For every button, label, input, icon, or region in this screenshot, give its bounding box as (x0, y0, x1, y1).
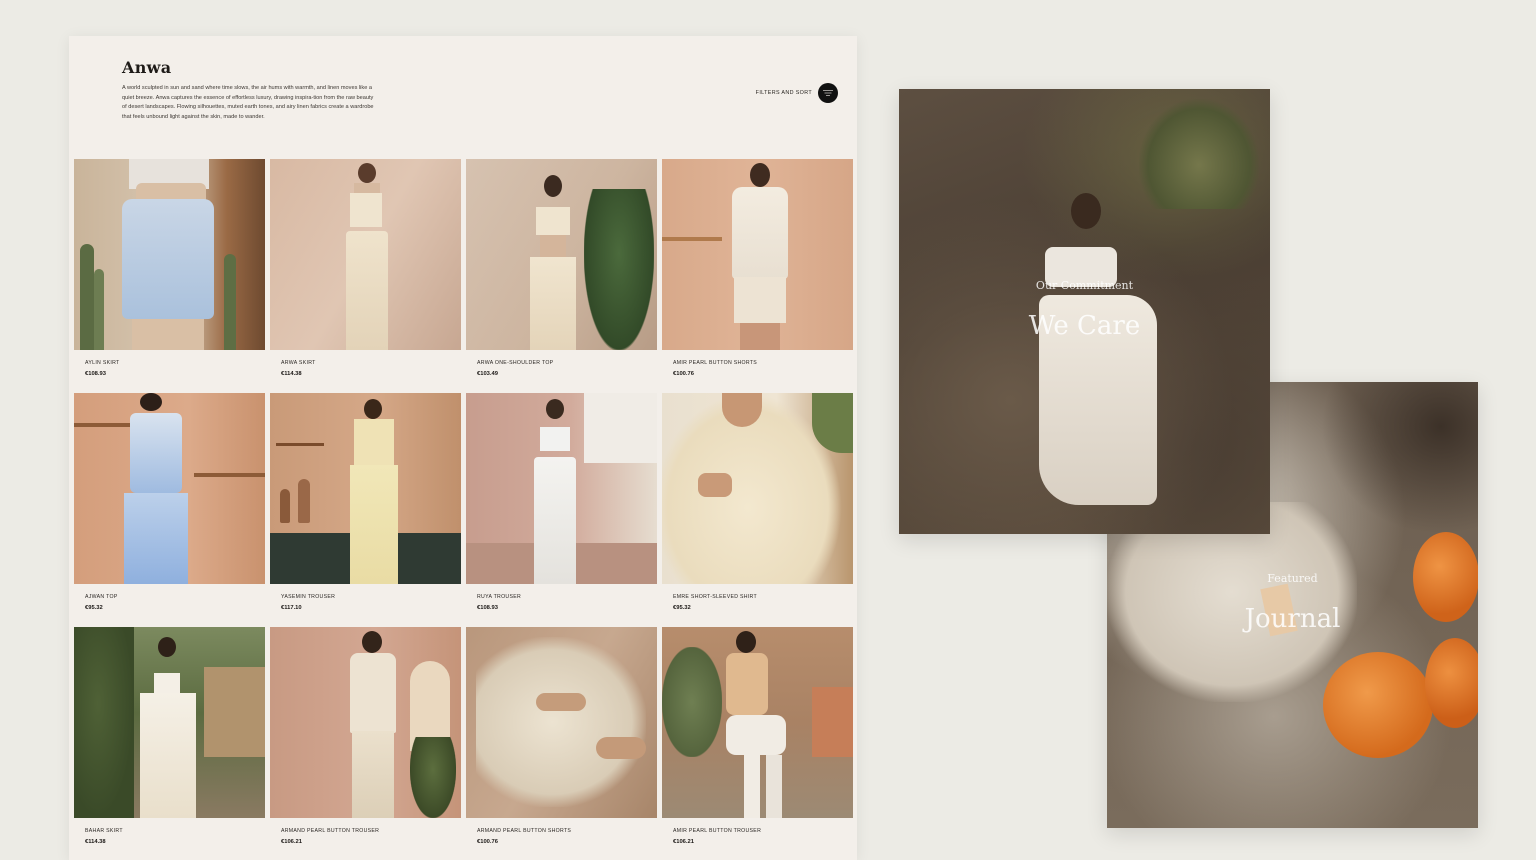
filters-label: FILTERS AND SORT (755, 90, 812, 96)
product-photo (466, 393, 657, 584)
collection-description: A world sculpted in sun and sand where t… (122, 85, 374, 120)
product-photo (662, 627, 853, 818)
product-price: €108.93 (477, 605, 498, 611)
product-card[interactable]: YASEMIN TROUSER €117.10 (270, 393, 461, 622)
product-photo (466, 159, 657, 350)
product-price: €95.32 (85, 605, 103, 611)
product-name: AYLIN SKIRT (85, 360, 120, 366)
product-price: €100.76 (477, 839, 498, 845)
product-photo (74, 159, 265, 350)
product-photo (662, 159, 853, 350)
collection-title: Anwa (122, 58, 172, 77)
product-photo (270, 159, 461, 350)
product-name: BAHAR SKIRT (85, 828, 123, 834)
product-card[interactable]: AMIR PEARL BUTTON SHORTS €100.76 (662, 159, 853, 388)
product-name: AMIR PEARL BUTTON SHORTS (673, 360, 758, 366)
product-card[interactable]: ARMAND PEARL BUTTON SHORTS €100.76 (466, 627, 657, 856)
product-photo (74, 627, 265, 818)
product-name: EMRE SHORT-SLEEVED SHIRT (673, 594, 757, 600)
filter-badge-icon (818, 83, 838, 103)
model-head (1071, 193, 1101, 229)
product-name: ARWA ONE-SHOULDER TOP (477, 360, 554, 366)
product-photo (466, 627, 657, 818)
product-photo (270, 627, 461, 818)
journal-eyebrow: Featured (1267, 572, 1318, 585)
journal-title: Journal (1244, 604, 1341, 634)
product-name: ARWA SKIRT (281, 360, 316, 366)
product-price: €108.93 (85, 371, 106, 377)
product-card[interactable]: ARMAND PEARL BUTTON TROUSER €106.21 (270, 627, 461, 856)
product-name: RUYA TROUSER (477, 594, 522, 600)
product-price: €114.38 (85, 839, 106, 845)
product-price: €95.32 (673, 605, 691, 611)
product-card[interactable]: ARWA ONE-SHOULDER TOP €103.49 (466, 159, 657, 388)
collection-page: Anwa A world sculpted in sun and sand wh… (69, 36, 857, 860)
product-name: AJWAN TOP (85, 594, 118, 600)
product-price: €106.21 (281, 839, 302, 845)
product-price: €117.10 (281, 605, 302, 611)
product-card[interactable]: ARWA SKIRT €114.38 (270, 159, 461, 388)
product-grid: AYLIN SKIRT €108.93 ARWA SKIRT €114.38 A… (74, 159, 853, 856)
commitment-title: We Care (1028, 311, 1141, 341)
filters-and-sort-button[interactable]: FILTERS AND SORT (756, 83, 838, 103)
product-card[interactable]: AMIR PEARL BUTTON TROUSER €106.21 (662, 627, 853, 856)
product-photo (662, 393, 853, 584)
product-card[interactable]: RUYA TROUSER €108.93 (466, 393, 657, 622)
commitment-eyebrow: Our Commitment (1035, 279, 1134, 292)
orange-fruit-shape (1323, 652, 1433, 758)
orange-fruit-shape (1425, 638, 1478, 728)
product-price: €100.76 (673, 371, 694, 377)
commitment-card[interactable]: Our Commitment We Care (899, 89, 1270, 534)
product-price: €114.38 (281, 371, 302, 377)
product-photo (270, 393, 461, 584)
product-card[interactable]: BAHAR SKIRT €114.38 (74, 627, 265, 856)
product-card[interactable]: AJWAN TOP €95.32 (74, 393, 265, 622)
product-price: €106.21 (673, 839, 694, 845)
product-photo (74, 393, 265, 584)
product-name: YASEMIN TROUSER (281, 594, 336, 600)
product-price: €103.49 (477, 371, 498, 377)
product-name: AMIR PEARL BUTTON TROUSER (673, 828, 762, 834)
product-name: ARMAND PEARL BUTTON SHORTS (477, 828, 572, 834)
product-card[interactable]: EMRE SHORT-SLEEVED SHIRT €95.32 (662, 393, 853, 622)
product-name: ARMAND PEARL BUTTON TROUSER (281, 828, 380, 834)
product-card[interactable]: AYLIN SKIRT €108.93 (74, 159, 265, 388)
agave-plant-shape (1139, 99, 1259, 209)
